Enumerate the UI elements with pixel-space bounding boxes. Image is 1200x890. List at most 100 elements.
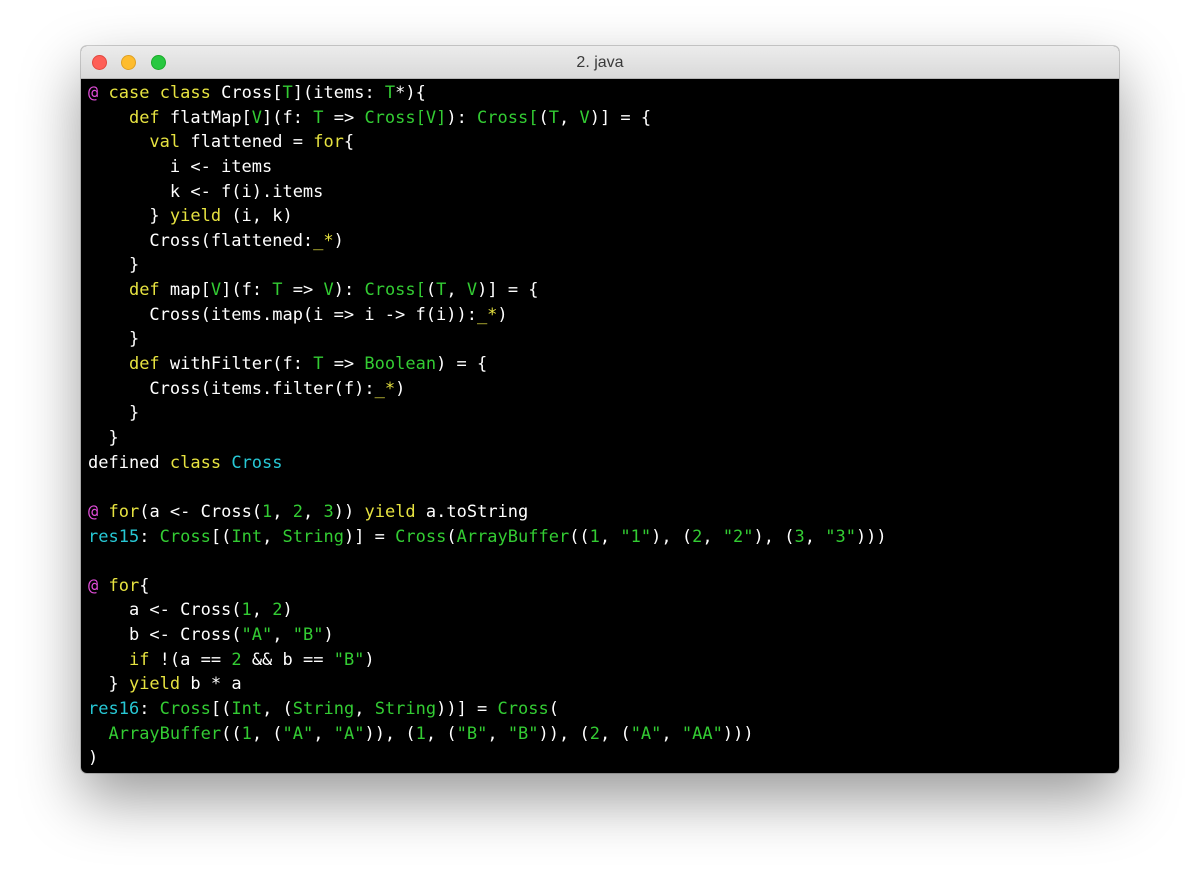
terminal-line: res15: Cross[(Int, String)] = Cross(Arra…	[88, 525, 1119, 550]
code-token: }	[88, 206, 170, 227]
code-token: )] =	[343, 526, 396, 547]
code-token: V	[579, 107, 590, 128]
code-token: Cross[	[210, 83, 283, 103]
code-token: , (	[262, 699, 293, 720]
code-token: ArrayBuffer	[456, 526, 570, 547]
code-token: )	[88, 748, 99, 769]
terminal-window: 2. java @ case class Cross[T](items: T*)…	[81, 46, 1119, 773]
code-token: Cross(flattened:	[88, 230, 314, 251]
code-token: 2	[589, 723, 600, 744]
terminal-output[interactable]: @ case class Cross[T](items: T*){ def fl…	[81, 80, 1119, 773]
code-token: 1	[241, 600, 252, 621]
code-token: "3"	[825, 526, 856, 547]
code-token: (	[548, 699, 559, 720]
code-token: Int	[231, 526, 263, 547]
code-token: class	[159, 83, 211, 103]
code-token: k <- f(i).items	[88, 181, 324, 202]
code-token: res15	[88, 526, 140, 547]
terminal-line: a <- Cross(1, 2)	[88, 598, 1119, 623]
code-token: V	[251, 107, 263, 128]
code-token: {	[139, 575, 150, 596]
code-token: res16	[88, 699, 140, 720]
code-token: withFilter(f:	[159, 354, 314, 375]
code-token: ,	[702, 526, 723, 547]
code-token: "2"	[722, 526, 754, 547]
code-token: V	[210, 280, 222, 301]
terminal-line: res16: Cross[(Int, (String, String))] = …	[88, 697, 1119, 722]
code-token: def	[128, 354, 160, 375]
code-token: ArrayBuffer	[108, 723, 222, 744]
terminal-line: }	[88, 401, 1119, 426]
code-token: ) = {	[436, 354, 488, 375]
terminal-line: }	[88, 253, 1119, 278]
code-token: @	[88, 501, 99, 522]
code-token: for	[108, 501, 140, 522]
code-token: "B"	[507, 723, 539, 744]
code-token: Cross	[231, 452, 283, 473]
terminal-line: )	[88, 746, 1119, 771]
code-token: )), (	[538, 723, 590, 744]
code-token: T	[272, 280, 283, 301]
code-token: Cross	[395, 526, 447, 547]
terminal-line: i <- items	[88, 155, 1119, 180]
terminal-line: Cross(flattened:_*)	[88, 229, 1119, 254]
code-token: ,	[558, 107, 580, 128]
code-token: ,	[599, 526, 621, 547]
code-token: 1	[262, 501, 273, 522]
code-token: (	[446, 526, 457, 547]
code-token: 2	[272, 600, 283, 621]
code-token: T	[313, 354, 324, 375]
code-token: 1	[415, 723, 426, 744]
code-token: }	[88, 403, 140, 424]
code-token: map[	[159, 280, 211, 301]
code-token: flattened =	[180, 132, 314, 153]
code-token: 3	[323, 501, 334, 522]
code-token: , (	[599, 723, 631, 744]
code-token: i <- items	[88, 156, 273, 177]
terminal-line: ArrayBuffer((1, ("A", "A")), (1, ("B", "…	[88, 722, 1119, 747]
code-token: }	[88, 329, 140, 350]
code-token: }	[88, 427, 119, 448]
code-token: ,	[804, 526, 826, 547]
code-token: ,	[262, 526, 283, 547]
code-token: flatMap[	[159, 107, 252, 128]
code-token: Cross	[159, 699, 211, 720]
code-token: _*	[374, 378, 396, 399]
code-token: ,	[354, 699, 375, 720]
code-token: =>	[282, 280, 324, 301]
code-token: Cross	[159, 526, 211, 547]
code-token: T	[436, 280, 447, 301]
code-token: ((	[221, 723, 242, 744]
code-token: ), (	[753, 526, 795, 547]
code-token: for	[313, 132, 344, 153]
code-token: @	[88, 83, 99, 103]
code-token: ](f:	[262, 107, 314, 128]
terminal-line: Cross(items.map(i => i -> f(i)):_*)	[88, 303, 1119, 328]
code-token: ,	[251, 600, 273, 621]
code-token: ,	[272, 501, 293, 522]
code-token: (i, k)	[221, 206, 293, 227]
terminal-line: } yield b * a	[88, 672, 1119, 697]
code-token: ](items:	[292, 83, 385, 103]
code-token: "AA"	[681, 723, 723, 744]
title-bar[interactable]: 2. java	[81, 46, 1119, 79]
code-token: )))	[722, 723, 754, 744]
code-token: T	[282, 83, 293, 103]
code-token: if	[128, 649, 150, 670]
code-token: Cross	[497, 699, 549, 720]
code-token: ,	[661, 723, 682, 744]
code-token: !(a ==	[149, 649, 232, 670]
code-token: def	[128, 280, 160, 301]
code-token: a <- Cross(	[88, 600, 242, 621]
code-token: :	[139, 699, 160, 720]
terminal-line: }	[88, 426, 1119, 451]
code-token: case	[108, 83, 150, 103]
